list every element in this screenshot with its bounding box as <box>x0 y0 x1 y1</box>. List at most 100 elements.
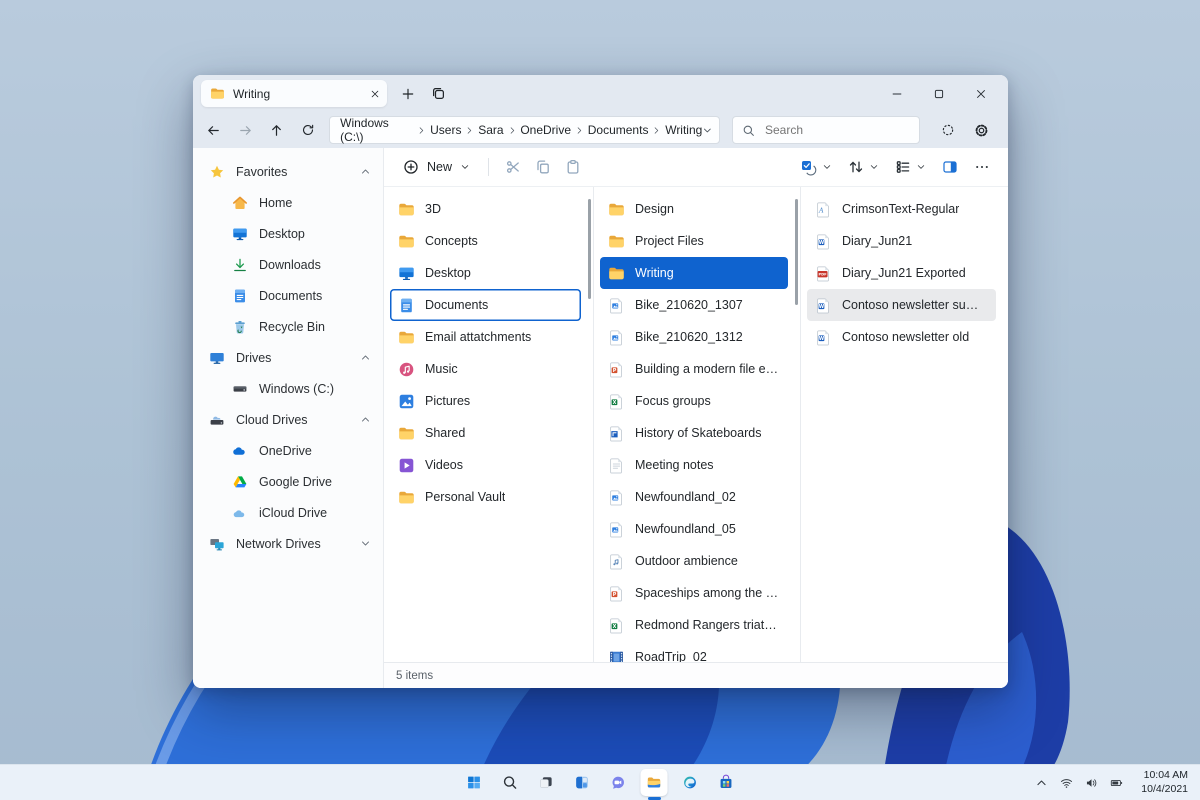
list-item[interactable]: Newfoundland_02 <box>600 481 788 513</box>
sidebar-group-cloud-drives[interactable]: Cloud Drives <box>193 404 383 435</box>
details-pane-button[interactable] <box>936 152 964 182</box>
sidebar-item[interactable]: Home <box>193 187 383 218</box>
taskbar-app-button[interactable] <box>569 769 596 796</box>
tray-button[interactable] <box>1104 770 1129 795</box>
list-item[interactable]: Outdoor ambience <box>600 545 788 577</box>
list-item[interactable]: Project Files <box>600 225 788 257</box>
list-item[interactable]: Videos <box>390 449 581 481</box>
breadcrumb-segment[interactable]: Windows (C:\) <box>340 116 413 144</box>
taskbar-app-button[interactable] <box>497 769 524 796</box>
view-list-icon <box>895 159 911 175</box>
maximize-button[interactable] <box>918 79 960 109</box>
list-item[interactable]: P Building a modern file explor... <box>600 353 788 385</box>
chevron-up-icon[interactable] <box>360 166 371 177</box>
list-item[interactable]: Personal Vault <box>390 481 581 513</box>
list-item[interactable]: Pictures <box>390 385 581 417</box>
taskbar-app-button[interactable] <box>605 769 632 796</box>
list-item[interactable]: X Focus groups <box>600 385 788 417</box>
list-item[interactable]: Email attatchments <box>390 321 581 353</box>
clock[interactable]: 10:04 AM 10/4/2021 <box>1135 769 1194 796</box>
sidebar-group-favorites[interactable]: Favorites <box>193 156 383 187</box>
sidebar-item[interactable]: Downloads <box>193 249 383 280</box>
tab-close-button[interactable] <box>370 89 380 99</box>
list-item[interactable]: Design <box>600 193 788 225</box>
list-item[interactable]: PDF Diary_Jun21 Exported <box>807 257 996 289</box>
sidebar-item[interactable]: Recycle Bin <box>193 311 383 342</box>
list-item[interactable]: Documents <box>390 289 581 321</box>
breadcrumb-segment[interactable]: Users <box>430 123 461 137</box>
copy-button[interactable] <box>528 152 558 182</box>
sidebar-group-drives[interactable]: Drives <box>193 342 383 373</box>
chevron-up-icon[interactable] <box>360 352 371 363</box>
refresh-button[interactable] <box>294 115 324 145</box>
list-item[interactable]: Newfoundland_05 <box>600 513 788 545</box>
hdd-icon <box>232 381 248 397</box>
search-box[interactable] <box>732 116 920 144</box>
sidebar-item[interactable]: Desktop <box>193 218 383 249</box>
sidebar-group-network-drives[interactable]: Network Drives <box>193 528 383 559</box>
documents-icon <box>398 297 415 314</box>
list-item[interactable]: RoadTrip_02 <box>600 641 788 662</box>
breadcrumb-segment[interactable]: Sara <box>478 123 503 137</box>
list-item[interactable]: P Spaceships among the stars <box>600 577 788 609</box>
sync-status-button[interactable] <box>934 115 962 145</box>
taskbar-app-button[interactable] <box>533 769 560 796</box>
settings-button[interactable] <box>968 115 996 145</box>
breadcrumb-segment[interactable]: OneDrive <box>520 123 571 137</box>
sidebar-item[interactable]: OneDrive <box>193 435 383 466</box>
taskbar-app-button[interactable] <box>461 769 488 796</box>
chevron-down-icon[interactable] <box>702 125 713 136</box>
breadcrumb-segment[interactable]: Writing <box>665 123 702 137</box>
sort-button[interactable] <box>842 152 885 182</box>
list-item[interactable]: History of Skateboards <box>600 417 788 449</box>
sidebar-item[interactable]: Windows (C:) <box>193 373 383 404</box>
chevron-down-icon[interactable] <box>360 538 371 549</box>
see-more-button[interactable] <box>968 152 996 182</box>
sidebar-item[interactable]: Google Drive <box>193 466 383 497</box>
close-button[interactable] <box>960 79 1002 109</box>
cut-button[interactable] <box>498 152 528 182</box>
list-item[interactable]: Music <box>390 353 581 385</box>
list-item[interactable]: A CrimsonText-Regular <box>807 193 996 225</box>
list-item[interactable]: W Contoso newsletter old <box>807 321 996 353</box>
minimize-button[interactable] <box>876 79 918 109</box>
forward-button[interactable] <box>231 115 261 145</box>
sidebar-item[interactable]: iCloud Drive <box>193 497 383 528</box>
list-item[interactable]: Meeting notes <box>600 449 788 481</box>
tab-list-button[interactable] <box>431 86 446 101</box>
list-item[interactable]: Desktop <box>390 257 581 289</box>
paste-button[interactable] <box>558 152 588 182</box>
list-item[interactable]: Concepts <box>390 225 581 257</box>
documents-icon <box>232 288 248 304</box>
chevron-up-icon[interactable] <box>360 414 371 425</box>
tray-button[interactable] <box>1029 770 1054 795</box>
list-item[interactable]: Bike_210620_1307 <box>600 289 788 321</box>
search-input[interactable] <box>763 122 887 138</box>
up-button[interactable] <box>262 115 292 145</box>
list-item[interactable]: Shared <box>390 417 581 449</box>
list-item[interactable]: X Redmond Rangers triathalon <box>600 609 788 641</box>
list-item[interactable]: 3D <box>390 193 581 225</box>
list-item[interactable]: Writing <box>600 257 788 289</box>
tray-button[interactable] <box>1079 770 1104 795</box>
scrollbar-thumb[interactable] <box>795 199 798 305</box>
view-button[interactable] <box>889 152 932 182</box>
back-button[interactable] <box>199 115 229 145</box>
list-item[interactable]: Bike_210620_1312 <box>600 321 788 353</box>
breadcrumb-segment[interactable]: Documents <box>588 123 649 137</box>
tab-writing[interactable]: Writing <box>201 80 387 107</box>
list-item[interactable]: W Contoso newsletter summe... <box>807 289 996 321</box>
new-tab-button[interactable] <box>401 87 415 101</box>
new-button[interactable]: New <box>394 152 479 182</box>
multiselect-button[interactable] <box>794 152 838 182</box>
taskbar-app-button[interactable] <box>641 769 668 796</box>
taskbar-app-button[interactable] <box>677 769 704 796</box>
list-item[interactable]: W Diary_Jun21 <box>807 225 996 257</box>
taskbar-app-button[interactable] <box>713 769 740 796</box>
sidebar-item[interactable]: Documents <box>193 280 383 311</box>
address-breadcrumb[interactable]: Windows (C:\) Users Sara OneDrive Docume… <box>329 116 720 144</box>
desktop[interactable]: Writing Windows (C:\) Users <box>0 0 1200 800</box>
scrollbar-thumb[interactable] <box>588 199 591 299</box>
tray-button[interactable] <box>1054 770 1079 795</box>
pdf-file-icon: PDF <box>815 265 832 282</box>
